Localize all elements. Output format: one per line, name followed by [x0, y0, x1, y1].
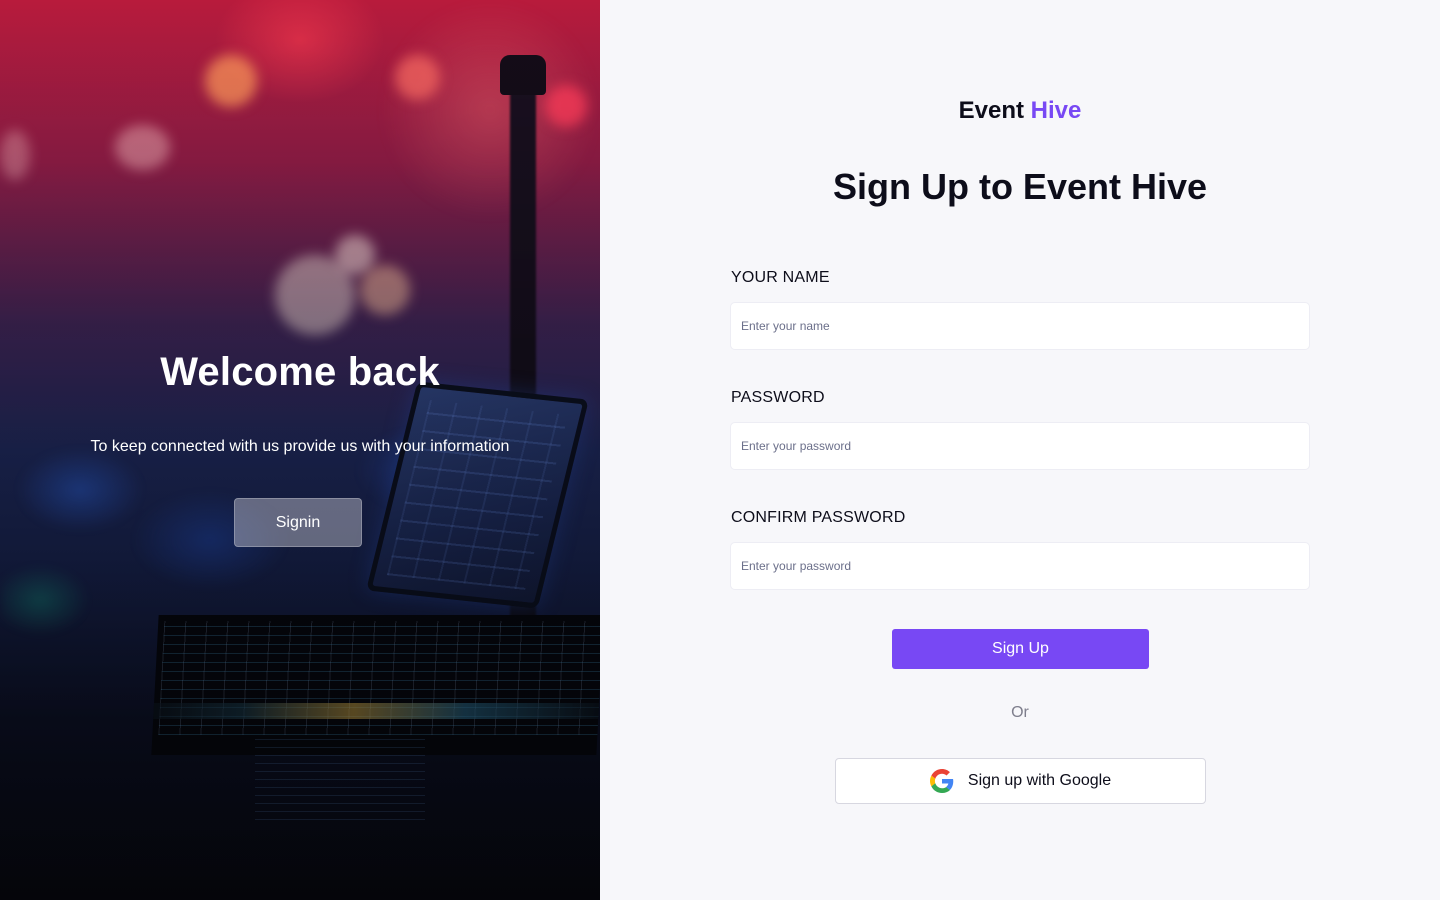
page-title: Sign Up to Event Hive — [832, 166, 1208, 207]
confirm-password-label: CONFIRM PASSWORD — [731, 509, 906, 526]
confirm-password-input[interactable] — [731, 543, 1309, 589]
or-divider: Or — [1011, 704, 1029, 721]
name-label: YOUR NAME — [731, 269, 830, 286]
welcome-title: Welcome back — [160, 350, 440, 394]
brand-name-part2: Hive — [1030, 97, 1082, 124]
hero-content: Welcome back To keep connected with us p… — [0, 0, 600, 900]
password-label: PASSWORD — [731, 389, 825, 406]
password-input[interactable] — [731, 423, 1309, 469]
signin-button[interactable]: Signin — [234, 498, 362, 547]
hero-panel: Welcome back To keep connected with us p… — [0, 0, 600, 900]
google-signup-label: Sign up with Google — [967, 772, 1112, 789]
brand-logo: Event Hive — [600, 97, 1440, 125]
signup-button[interactable]: Sign Up — [892, 629, 1149, 669]
signup-panel: Event Hive Sign Up to Event Hive YOUR NA… — [600, 0, 1440, 900]
name-input[interactable] — [731, 303, 1309, 349]
google-signup-button[interactable]: Sign up with Google — [835, 758, 1206, 804]
google-g-icon — [929, 769, 954, 793]
brand-name-part1: Event — [958, 97, 1024, 124]
welcome-subtitle: To keep connected with us provide us wit… — [90, 438, 510, 455]
